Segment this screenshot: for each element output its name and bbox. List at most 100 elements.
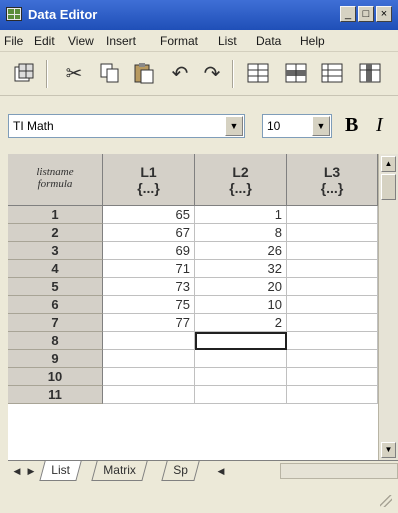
menu-help[interactable]: Help (300, 34, 325, 48)
cell-l1[interactable] (103, 350, 195, 368)
minimize-button[interactable]: _ (340, 6, 356, 22)
tab-spreadsheet[interactable]: Sp (161, 461, 200, 481)
cell-l3[interactable] (287, 296, 378, 314)
row-number[interactable]: 8 (8, 332, 103, 350)
column-header-l2[interactable]: L2 {...} (195, 154, 287, 206)
cell-l3[interactable] (287, 278, 378, 296)
tab-first-icon[interactable]: ◀ (10, 464, 24, 479)
cell-l3[interactable] (287, 260, 378, 278)
menu-format[interactable]: Format (160, 34, 198, 48)
font-size-select[interactable]: 10 ▼ (262, 114, 332, 138)
table-row: 7 77 2 (8, 314, 378, 332)
insert-columns-icon[interactable] (318, 60, 346, 86)
resize-grip-icon[interactable] (380, 495, 392, 507)
toolbar-separator (46, 60, 48, 88)
cell-l1[interactable] (103, 332, 195, 350)
tab-list[interactable]: List (39, 461, 82, 481)
tab-scroll-left-icon[interactable]: ◀ (214, 464, 228, 479)
window-title: Data Editor (28, 7, 98, 22)
row-number[interactable]: 1 (8, 206, 103, 224)
font-select[interactable]: TI Math ▼ (8, 114, 245, 138)
chevron-down-icon[interactable]: ▼ (312, 116, 330, 136)
redo-icon[interactable]: ↷ (198, 60, 226, 86)
scroll-up-icon[interactable]: ▲ (381, 156, 396, 172)
undo-icon[interactable]: ↶ (166, 60, 194, 86)
row-number[interactable]: 9 (8, 350, 103, 368)
cell-l1[interactable]: 67 (103, 224, 195, 242)
insert-cells-icon[interactable] (244, 60, 272, 86)
cell-l1[interactable]: 65 (103, 206, 195, 224)
table-row: 9 (8, 350, 378, 368)
row-number[interactable]: 3 (8, 242, 103, 260)
font-select-value: TI Math (13, 119, 54, 133)
cell-l3[interactable] (287, 350, 378, 368)
menu-file[interactable]: File (4, 34, 23, 48)
row-number[interactable]: 6 (8, 296, 103, 314)
cell-l2[interactable] (195, 350, 287, 368)
menu-insert[interactable]: Insert (106, 34, 136, 48)
column-header-l3[interactable]: L3 {...} (287, 154, 378, 206)
cell-l1[interactable]: 77 (103, 314, 195, 332)
menu-edit[interactable]: Edit (34, 34, 55, 48)
insert-rows-icon[interactable] (282, 60, 310, 86)
font-size-value: 10 (267, 119, 281, 133)
tab-matrix[interactable]: Matrix (91, 461, 148, 481)
cell-l2[interactable]: 32 (195, 260, 287, 278)
cell-l1[interactable]: 73 (103, 278, 195, 296)
cell-l2[interactable]: 1 (195, 206, 287, 224)
tab-label: Sp (173, 463, 188, 477)
menu-view[interactable]: View (68, 34, 94, 48)
row-number[interactable]: 5 (8, 278, 103, 296)
tab-next-icon[interactable]: ▶ (24, 464, 38, 479)
table-row: 1 65 1 (8, 206, 378, 224)
cell-l2[interactable] (195, 368, 287, 386)
column-header-l1[interactable]: L1 {...} (103, 154, 195, 206)
cell-l2[interactable]: 10 (195, 296, 287, 314)
table-row: 5 73 20 (8, 278, 378, 296)
cell-l3[interactable] (287, 242, 378, 260)
row-number[interactable]: 11 (8, 386, 103, 404)
cell-l2[interactable]: 2 (195, 314, 287, 332)
scroll-down-icon[interactable]: ▼ (381, 442, 396, 458)
row-number[interactable]: 4 (8, 260, 103, 278)
table-row: 6 75 10 (8, 296, 378, 314)
row-number[interactable]: 7 (8, 314, 103, 332)
cell-l3[interactable] (287, 368, 378, 386)
cell-l2[interactable]: 20 (195, 278, 287, 296)
menu-list[interactable]: List (218, 34, 237, 48)
scroll-thumb[interactable] (381, 174, 396, 200)
cell-l2[interactable] (195, 386, 287, 404)
bold-button[interactable]: B (345, 114, 358, 137)
chevron-down-icon[interactable]: ▼ (225, 116, 243, 136)
copy-icon[interactable] (96, 60, 124, 86)
maximize-button[interactable]: □ (358, 6, 374, 22)
cell-l3[interactable] (287, 332, 378, 350)
toolbar-separator (232, 60, 234, 88)
insert-columns-icon[interactable] (356, 60, 384, 86)
column-formula: {...} (320, 180, 344, 196)
status-bar (0, 482, 398, 513)
editor-icon[interactable] (10, 60, 38, 86)
cell-l3[interactable] (287, 224, 378, 242)
cut-icon[interactable]: ✂ (60, 60, 88, 86)
cell-l1[interactable]: 75 (103, 296, 195, 314)
cell-l2[interactable]: 8 (195, 224, 287, 242)
cell-l1[interactable] (103, 386, 195, 404)
cell-l1[interactable]: 71 (103, 260, 195, 278)
cell-l3[interactable] (287, 386, 378, 404)
horizontal-scrollbar[interactable] (280, 463, 398, 479)
cell-l3[interactable] (287, 314, 378, 332)
paste-icon[interactable] (130, 60, 158, 86)
menu-data[interactable]: Data (256, 34, 281, 48)
cell-l2[interactable]: 26 (195, 242, 287, 260)
cell-l1[interactable]: 69 (103, 242, 195, 260)
row-number[interactable]: 2 (8, 224, 103, 242)
row-number[interactable]: 10 (8, 368, 103, 386)
close-button[interactable]: × (376, 6, 392, 22)
cell-l3[interactable] (287, 206, 378, 224)
vertical-scrollbar[interactable]: ▲ ▼ (378, 154, 398, 460)
cell-l1[interactable] (103, 368, 195, 386)
italic-button[interactable]: I (376, 114, 383, 137)
column-formula: {...} (137, 180, 160, 196)
cell-l2[interactable] (195, 332, 287, 350)
